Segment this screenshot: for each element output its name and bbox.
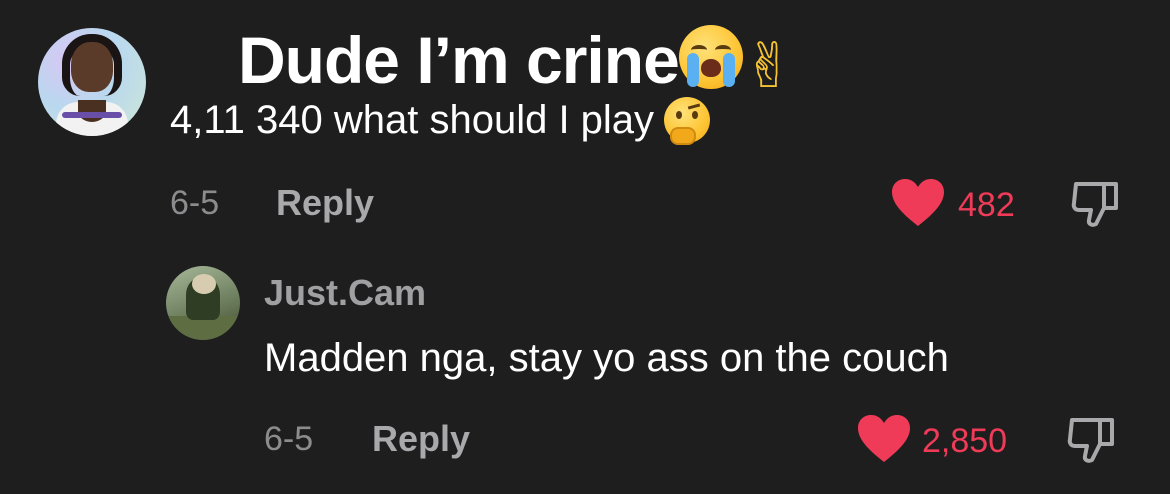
comment-date: 6-5 xyxy=(170,184,220,222)
thinking-face-icon xyxy=(664,97,711,145)
comment-like-count: 482 xyxy=(958,186,1015,224)
comment-text: 4,11 340 what should I play xyxy=(170,96,711,145)
reply-text: Madden nga, stay yo ass on the couch xyxy=(264,336,949,380)
comment-text-body: 4,11 340 what should I play xyxy=(170,98,655,142)
reply-date: 6-5 xyxy=(264,420,314,458)
comment-reply-button[interactable]: Reply xyxy=(276,182,374,224)
loudly-crying-face-icon xyxy=(678,25,743,89)
reply-reply-button[interactable]: Reply xyxy=(372,418,470,460)
thumbs-down-icon[interactable] xyxy=(1070,180,1122,230)
heart-icon[interactable] xyxy=(856,414,912,464)
thumbs-down-icon[interactable] xyxy=(1066,416,1118,466)
heart-icon[interactable] xyxy=(890,178,946,228)
reply-like-count: 2,850 xyxy=(922,422,1008,460)
commenter-avatar[interactable] xyxy=(38,28,146,136)
comment-title: Dude I’m crine ✌ xyxy=(238,20,795,101)
reply-avatar[interactable] xyxy=(166,266,240,340)
comment-title-text: Dude I’m crine xyxy=(238,23,680,97)
reply-username[interactable]: Just.Cam xyxy=(264,272,426,314)
victory-hand-icon: ✌ xyxy=(742,32,795,101)
